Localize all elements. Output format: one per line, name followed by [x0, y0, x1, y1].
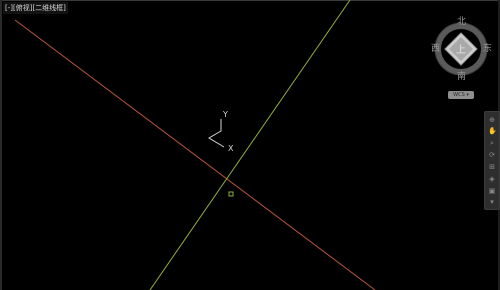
nav-orbit-icon[interactable]: ⟳: [488, 151, 496, 159]
nav-pan-icon[interactable]: ⊕: [488, 116, 496, 124]
nav-dropdown-icon[interactable]: ▾: [488, 198, 496, 206]
nav-steering-icon[interactable]: ◈: [488, 175, 496, 183]
drawing-canvas[interactable]: Y X 上: [0, 0, 500, 290]
nav-zoom-icon[interactable]: ⌕: [488, 139, 496, 147]
green-y-axis-line: [149, 0, 351, 290]
viewport-controls-label[interactable]: [-][俯视][二维线框]: [3, 2, 68, 14]
ucs-icon[interactable]: [208, 119, 225, 148]
compass-east[interactable]: 东: [483, 45, 492, 54]
viewcube[interactable]: 北 南 西 东: [427, 18, 495, 86]
nav-showmotion-icon[interactable]: ▣: [488, 187, 496, 195]
ucs-y-label: Y: [222, 110, 228, 119]
compass-north[interactable]: 北: [457, 18, 466, 27]
compass-south[interactable]: 南: [457, 73, 466, 82]
compass-west[interactable]: 西: [431, 45, 440, 54]
origin-marker[interactable]: [228, 191, 234, 197]
navigation-bar[interactable]: ⊕ ✋ ⌕ ⟳ ⊞ ◈ ▣ ▾: [484, 111, 500, 210]
red-x-axis-line: [14, 19, 376, 290]
nav-grid-icon[interactable]: ⊞: [488, 163, 496, 171]
ucs-x-label: X: [228, 144, 234, 153]
wcs-menu-button[interactable]: WCS ▾: [448, 91, 474, 99]
nav-hand-icon[interactable]: ✋: [488, 127, 497, 135]
